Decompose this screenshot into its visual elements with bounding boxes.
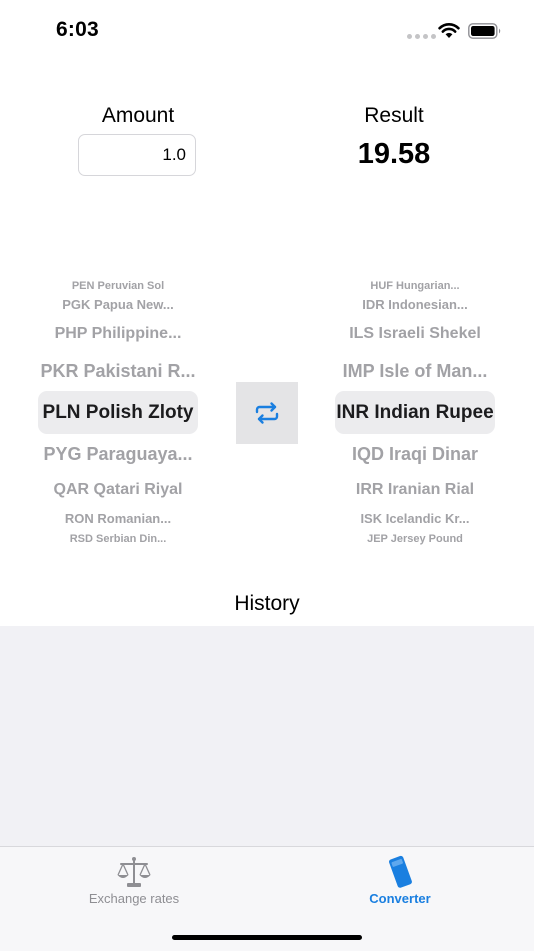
amount-input[interactable] [78,134,196,176]
picker-row[interactable]: IQD Iraqi Dinar [332,442,498,466]
result-value: 19.58 [357,138,431,170]
picker-row[interactable]: IMP Isle of Man... [332,359,498,383]
picker-row[interactable]: PKR Pakistani R... [34,359,202,383]
tab-label: Converter [369,891,431,906]
picker-row-selected[interactable]: PLN Polish Zloty [34,399,202,426]
cellular-signal-icon [407,34,436,39]
picker-row[interactable]: PEN Peruvian Sol [34,280,202,292]
swap-arrows-icon [255,402,279,424]
picker-row[interactable]: JEP Jersey Pound [332,533,498,545]
tab-converter[interactable]: Converter [310,847,490,917]
amount-label: Amount [101,104,175,127]
history-list[interactable] [0,626,534,846]
home-indicator [172,935,362,940]
history-title: History [234,592,300,615]
to-currency-picker[interactable]: HUF Hungarian... IDR Indonesian... ILS I… [332,266,498,554]
from-currency-picker[interactable]: PEN Peruvian Sol PGK Papua New... PHP Ph… [34,266,202,554]
swap-currencies-button[interactable] [236,382,298,444]
result-label: Result [364,104,424,127]
tab-exchange-rates[interactable]: Exchange rates [44,847,224,917]
picker-row[interactable]: IRR Iranian Rial [332,479,498,501]
picker-row-selected[interactable]: INR Indian Rupee [332,399,498,426]
picker-row[interactable]: ILS Israeli Shekel [332,323,498,345]
picker-row[interactable]: PYG Paraguaya... [34,442,202,466]
tab-label: Exchange rates [88,891,180,906]
tab-bar: Exchange rates Converter [0,846,534,951]
picker-row[interactable]: QAR Qatari Riyal [34,479,202,501]
picker-row[interactable]: PGK Papua New... [34,296,202,314]
status-bar: 6:03 [0,0,534,60]
picker-row[interactable]: HUF Hungarian... [332,280,498,292]
picker-row[interactable]: PHP Philippine... [34,323,202,345]
wifi-icon [438,23,460,38]
status-time: 6:03 [56,18,99,41]
picker-row[interactable]: RSD Serbian Din... [34,533,202,545]
picker-row[interactable]: ISK Icelandic Kr... [332,510,498,528]
scales-icon [117,857,151,887]
picker-row[interactable]: IDR Indonesian... [332,296,498,314]
picker-row[interactable]: RON Romanian... [34,510,202,528]
battery-icon [468,23,501,39]
phone-icon [388,855,412,888]
